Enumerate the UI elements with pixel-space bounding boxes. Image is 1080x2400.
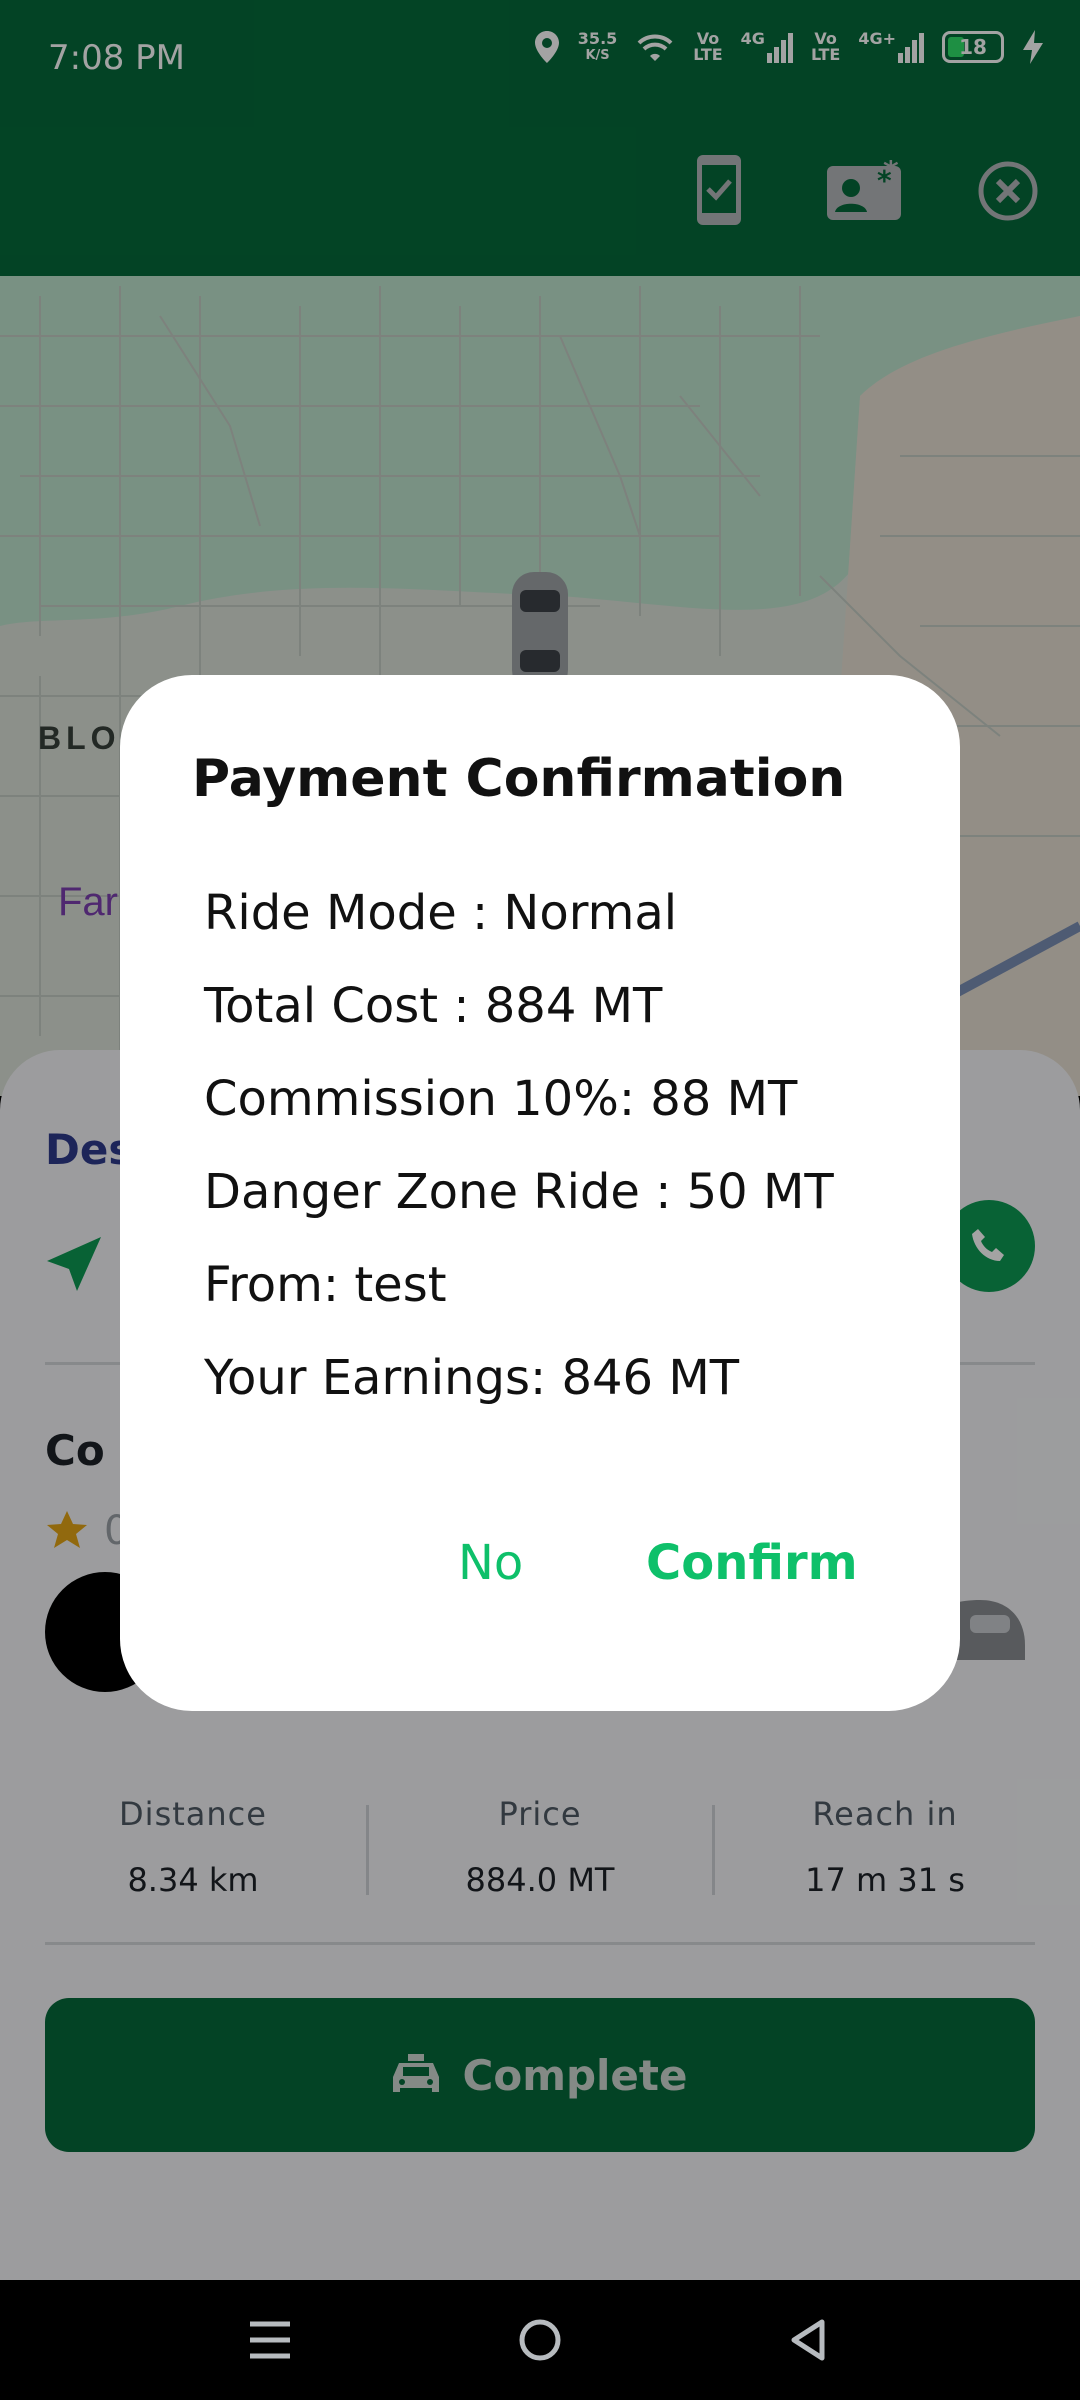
- back-triangle-icon: [791, 2319, 825, 2361]
- menu-icon: [250, 2321, 290, 2359]
- commission-text: Commission 10%: 88 MT: [204, 1071, 798, 1127]
- from-text: From: test: [204, 1257, 447, 1313]
- home-circle-icon: [519, 2319, 561, 2361]
- danger-zone-text: Danger Zone Ride : 50 MT: [204, 1164, 834, 1220]
- earnings-text: Your Earnings: 846 MT: [204, 1350, 740, 1406]
- total-cost-text: Total Cost : 884 MT: [204, 978, 663, 1034]
- dialog-title: Payment Confirmation: [192, 749, 846, 809]
- system-nav-bar: [0, 2280, 1080, 2400]
- confirm-button[interactable]: Confirm: [646, 1535, 858, 1591]
- payment-confirmation-dialog: Payment Confirmation Ride Mode : Normal …: [120, 675, 960, 1711]
- home-button[interactable]: [480, 2280, 600, 2400]
- back-button[interactable]: [748, 2280, 868, 2400]
- ride-mode-text: Ride Mode : Normal: [204, 885, 678, 941]
- no-button[interactable]: No: [458, 1535, 523, 1591]
- recent-apps-button[interactable]: [210, 2280, 330, 2400]
